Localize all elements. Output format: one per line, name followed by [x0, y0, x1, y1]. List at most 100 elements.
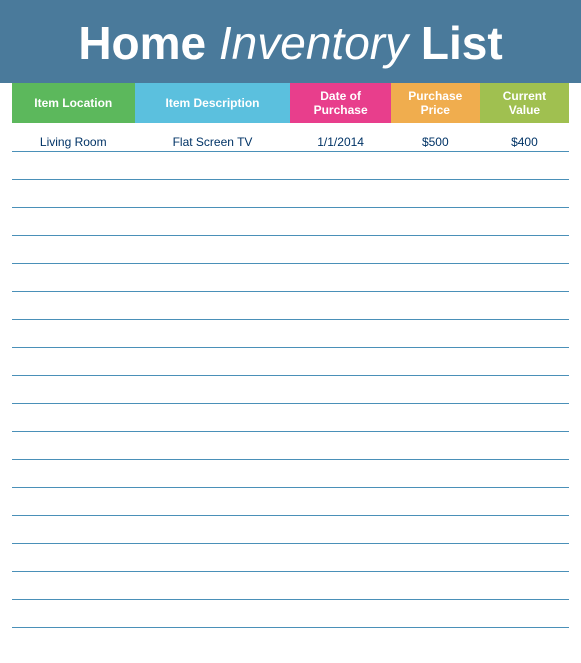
- cell-date[interactable]: [290, 263, 390, 291]
- cell-purchase_price[interactable]: [391, 431, 480, 459]
- cell-date[interactable]: [290, 319, 390, 347]
- cell-current_value[interactable]: [480, 515, 569, 543]
- cell-purchase_price[interactable]: [391, 543, 480, 571]
- cell-description[interactable]: [135, 235, 291, 263]
- cell-date[interactable]: [290, 571, 390, 599]
- cell-location[interactable]: [12, 319, 135, 347]
- col-header-purchase-price: PurchasePrice: [391, 83, 480, 124]
- table-row: [12, 319, 569, 347]
- cell-current_value[interactable]: [480, 319, 569, 347]
- cell-current_value[interactable]: [480, 599, 569, 627]
- cell-purchase_price[interactable]: [391, 207, 480, 235]
- cell-purchase_price[interactable]: [391, 599, 480, 627]
- cell-location[interactable]: [12, 571, 135, 599]
- cell-location[interactable]: [12, 543, 135, 571]
- cell-date[interactable]: [290, 543, 390, 571]
- cell-purchase_price[interactable]: [391, 235, 480, 263]
- table-row: Living RoomFlat Screen TV1/1/2014$500$40…: [12, 123, 569, 151]
- cell-description[interactable]: [135, 431, 291, 459]
- cell-date[interactable]: [290, 431, 390, 459]
- cell-date[interactable]: [290, 515, 390, 543]
- cell-location[interactable]: [12, 179, 135, 207]
- cell-date[interactable]: [290, 487, 390, 515]
- cell-location[interactable]: [12, 263, 135, 291]
- cell-purchase_price[interactable]: [391, 347, 480, 375]
- cell-description[interactable]: [135, 347, 291, 375]
- cell-date[interactable]: [290, 403, 390, 431]
- table-row: [12, 459, 569, 487]
- cell-current_value[interactable]: [480, 263, 569, 291]
- cell-purchase_price[interactable]: [391, 291, 480, 319]
- cell-current_value[interactable]: [480, 487, 569, 515]
- title-word-home: Home: [78, 17, 219, 69]
- cell-location[interactable]: [12, 375, 135, 403]
- cell-location[interactable]: [12, 207, 135, 235]
- table-row: [12, 571, 569, 599]
- cell-current_value[interactable]: [480, 431, 569, 459]
- cell-purchase_price[interactable]: [391, 263, 480, 291]
- cell-location[interactable]: [12, 599, 135, 627]
- cell-description[interactable]: [135, 571, 291, 599]
- cell-description[interactable]: [135, 179, 291, 207]
- cell-current_value[interactable]: [480, 151, 569, 179]
- cell-date[interactable]: [290, 207, 390, 235]
- cell-date[interactable]: [290, 291, 390, 319]
- cell-date[interactable]: [290, 151, 390, 179]
- cell-current_value[interactable]: [480, 543, 569, 571]
- cell-location[interactable]: [12, 235, 135, 263]
- cell-location[interactable]: [12, 459, 135, 487]
- cell-description[interactable]: [135, 599, 291, 627]
- cell-purchase_price[interactable]: [391, 319, 480, 347]
- cell-purchase_price[interactable]: $500: [391, 123, 480, 151]
- cell-description[interactable]: [135, 487, 291, 515]
- cell-description[interactable]: [135, 263, 291, 291]
- cell-date[interactable]: [290, 459, 390, 487]
- cell-current_value[interactable]: [480, 207, 569, 235]
- col-header-description: Item Description: [135, 83, 291, 124]
- cell-description[interactable]: [135, 319, 291, 347]
- cell-description[interactable]: [135, 151, 291, 179]
- cell-location[interactable]: [12, 515, 135, 543]
- cell-description[interactable]: [135, 543, 291, 571]
- cell-location[interactable]: [12, 291, 135, 319]
- cell-description[interactable]: [135, 459, 291, 487]
- table-row: [12, 263, 569, 291]
- cell-current_value[interactable]: [480, 235, 569, 263]
- cell-date[interactable]: [290, 179, 390, 207]
- cell-date[interactable]: [290, 235, 390, 263]
- cell-description[interactable]: [135, 403, 291, 431]
- cell-purchase_price[interactable]: [391, 403, 480, 431]
- cell-current_value[interactable]: [480, 571, 569, 599]
- cell-date[interactable]: 1/1/2014: [290, 123, 390, 151]
- cell-description[interactable]: Flat Screen TV: [135, 123, 291, 151]
- cell-date[interactable]: [290, 347, 390, 375]
- cell-description[interactable]: [135, 291, 291, 319]
- page-container: Home Inventory List Item Location Item D…: [0, 0, 581, 663]
- cell-location[interactable]: [12, 403, 135, 431]
- cell-purchase_price[interactable]: [391, 151, 480, 179]
- cell-location[interactable]: [12, 347, 135, 375]
- cell-current_value[interactable]: $400: [480, 123, 569, 151]
- cell-date[interactable]: [290, 599, 390, 627]
- cell-current_value[interactable]: [480, 347, 569, 375]
- col-header-location: Item Location: [12, 83, 135, 124]
- cell-purchase_price[interactable]: [391, 179, 480, 207]
- cell-description[interactable]: [135, 207, 291, 235]
- cell-purchase_price[interactable]: [391, 459, 480, 487]
- cell-current_value[interactable]: [480, 291, 569, 319]
- cell-location[interactable]: [12, 151, 135, 179]
- cell-location[interactable]: [12, 431, 135, 459]
- cell-current_value[interactable]: [480, 375, 569, 403]
- cell-description[interactable]: [135, 375, 291, 403]
- cell-location[interactable]: Living Room: [12, 123, 135, 151]
- cell-date[interactable]: [290, 375, 390, 403]
- cell-purchase_price[interactable]: [391, 571, 480, 599]
- cell-description[interactable]: [135, 515, 291, 543]
- cell-purchase_price[interactable]: [391, 375, 480, 403]
- cell-purchase_price[interactable]: [391, 515, 480, 543]
- cell-current_value[interactable]: [480, 179, 569, 207]
- cell-purchase_price[interactable]: [391, 487, 480, 515]
- cell-location[interactable]: [12, 487, 135, 515]
- cell-current_value[interactable]: [480, 403, 569, 431]
- cell-current_value[interactable]: [480, 459, 569, 487]
